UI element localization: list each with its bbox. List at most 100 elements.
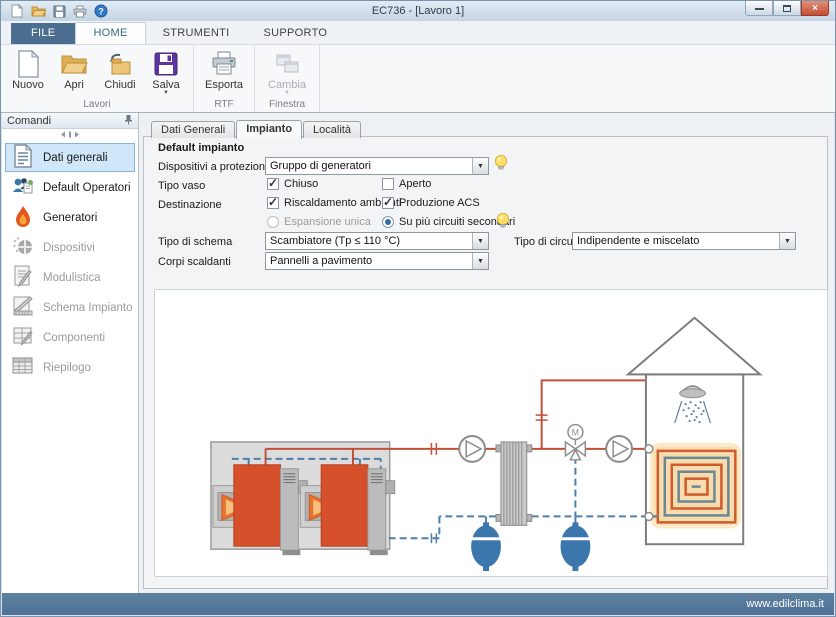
- section-title: Default impianto: [158, 142, 244, 154]
- operators-icon: [11, 174, 35, 201]
- tab-dati-generali[interactable]: Dati Generali: [151, 121, 235, 138]
- espansione-radio-row[interactable]: Espansione unica: [267, 216, 371, 228]
- produzione-acs-label: Produzione ACS: [399, 197, 480, 209]
- edilclima-link[interactable]: www.edilclima.it: [746, 598, 824, 610]
- open-folder-icon: [60, 49, 88, 79]
- tab-file[interactable]: FILE: [11, 23, 75, 44]
- plant-schematic: M: [155, 290, 827, 576]
- produzione-acs-checkbox-row[interactable]: Produzione ACS: [382, 197, 480, 209]
- cambia-button[interactable]: Cambia ▼: [259, 47, 315, 95]
- sidebar-item-label: Modulistica: [43, 272, 101, 284]
- sidebar-item-dispositivi[interactable]: Dispositivi: [5, 233, 135, 262]
- printer-icon: [210, 49, 238, 79]
- circuiti-radio[interactable]: [382, 216, 394, 228]
- cambia-dropdown-arrow-icon: ▼: [284, 91, 290, 95]
- ribbon-group-rtf: Esporta RTF: [194, 45, 255, 112]
- sidebar-item-label: Riepilogo: [43, 362, 91, 374]
- chiuso-label: Chiuso: [284, 178, 318, 190]
- collapse-panel-handle[interactable]: [2, 129, 138, 140]
- close-work-icon: [106, 49, 134, 79]
- produzione-acs-checkbox[interactable]: [382, 197, 394, 209]
- forms-icon: [11, 264, 35, 291]
- components-icon: [11, 324, 35, 351]
- riscaldamento-checkbox[interactable]: [267, 197, 279, 209]
- svg-text:M: M: [572, 427, 579, 437]
- minimize-button[interactable]: [745, 1, 773, 16]
- commands-panel-title: Comandi: [7, 115, 51, 127]
- secondary-pump-icon: [606, 436, 632, 462]
- aperto-checkbox[interactable]: [382, 178, 394, 190]
- sidebar-item-label: Schema Impianto: [43, 302, 133, 314]
- expansion-vessel-1-icon: [471, 516, 501, 571]
- window-controls: ×: [745, 1, 829, 16]
- hint-bulb-icon[interactable]: [496, 212, 510, 234]
- maximize-icon: [783, 5, 791, 12]
- esporta-label: Esporta: [205, 79, 243, 91]
- tab-strumenti[interactable]: STRUMENTI: [146, 23, 247, 44]
- ribbon-group-lavori: Nuovo Apri Chiudi: [1, 45, 194, 112]
- close-button[interactable]: ×: [801, 1, 829, 16]
- group-label-finestra: Finestra: [259, 98, 315, 112]
- titlebar: ? EC736 - [Lavoro 1] ×: [1, 1, 835, 21]
- sidebar-item-generatori[interactable]: Generatori: [5, 203, 135, 232]
- sidebar-item-dati-generali[interactable]: Dati generali: [5, 143, 135, 172]
- destinazione-label: Destinazione: [158, 199, 222, 211]
- salva-button[interactable]: Salva ▼: [143, 47, 189, 95]
- esporta-button[interactable]: Esporta: [198, 47, 250, 91]
- dropdown-arrow-icon[interactable]: ▼: [472, 233, 488, 249]
- document-icon: [11, 144, 35, 171]
- apri-label: Apri: [64, 79, 84, 91]
- schema-select[interactable]: Scambiatore (Tp ≤ 110 °C) ▼: [265, 232, 489, 250]
- schema-label: Tipo di schema: [158, 236, 232, 248]
- ribbon-group-finestra: Cambia ▼ Finestra: [255, 45, 320, 112]
- sidebar-item-label: Generatori: [43, 212, 97, 224]
- sidebar-item-schema-impianto[interactable]: Schema Impianto: [5, 293, 135, 322]
- protection-select[interactable]: Gruppo di generatori ▼: [265, 157, 489, 175]
- impianto-tab-page: Default impianto Dispositivi a protezion…: [143, 136, 828, 589]
- vaso-label: Tipo vaso: [158, 180, 205, 192]
- tab-supporto[interactable]: SUPPORTO: [247, 23, 345, 44]
- circuito-value: Indipendente e miscelato: [573, 233, 779, 249]
- chiuso-checkbox-row[interactable]: Chiuso: [267, 178, 318, 190]
- corpi-label: Corpi scaldanti: [158, 256, 231, 268]
- sidebar-item-default-operatori[interactable]: Default Operatori: [5, 173, 135, 202]
- sidebar-item-label: Dispositivi: [43, 242, 95, 254]
- dropdown-arrow-icon[interactable]: ▼: [779, 233, 795, 249]
- hint-bulb-icon[interactable]: [494, 154, 508, 176]
- sidebar-item-modulistica[interactable]: Modulistica: [5, 263, 135, 292]
- schematic-icon: [11, 294, 35, 321]
- aperto-label: Aperto: [399, 178, 431, 190]
- dropdown-arrow-icon[interactable]: ▼: [472, 253, 488, 269]
- sidebar-item-componenti[interactable]: Componenti: [5, 323, 135, 352]
- devices-icon: [11, 234, 35, 261]
- chiudi-button[interactable]: Chiudi: [97, 47, 143, 91]
- sidebar-item-riepilogo[interactable]: Riepilogo: [5, 353, 135, 382]
- espansione-radio[interactable]: [267, 216, 279, 228]
- tab-home[interactable]: HOME: [75, 22, 145, 44]
- sidebar-item-label: Dati generali: [43, 152, 108, 164]
- dropdown-arrow-icon[interactable]: ▼: [472, 158, 488, 174]
- plant-schematic-diagram: M: [154, 289, 828, 577]
- tab-impianto[interactable]: Impianto: [236, 120, 302, 139]
- motorized-mixing-valve-icon: M: [565, 425, 585, 460]
- circuito-select[interactable]: Indipendente e miscelato ▼: [572, 232, 796, 250]
- apri-button[interactable]: Apri: [51, 47, 97, 91]
- aperto-checkbox-row[interactable]: Aperto: [382, 178, 431, 190]
- commands-panel: Comandi Dati generali: [2, 113, 139, 593]
- document-tab-strip: Dati Generali Impianto Località: [151, 119, 362, 138]
- new-document-icon: [16, 49, 40, 79]
- maximize-button[interactable]: [773, 1, 801, 16]
- tab-localita[interactable]: Località: [303, 121, 361, 138]
- schema-value: Scambiatore (Tp ≤ 110 °C): [266, 233, 472, 249]
- corpi-select[interactable]: Pannelli a pavimento ▼: [265, 252, 489, 270]
- summary-icon: [11, 354, 35, 381]
- commands-panel-header: Comandi: [2, 113, 138, 129]
- salva-dropdown-arrow-icon[interactable]: ▼: [163, 91, 169, 95]
- group-label-rtf: RTF: [198, 98, 250, 112]
- espansione-label: Espansione unica: [284, 216, 371, 228]
- chiuso-checkbox[interactable]: [267, 178, 279, 190]
- main-area: Dati Generali Impianto Località Default …: [139, 113, 834, 593]
- nuovo-label: Nuovo: [12, 79, 44, 91]
- nuovo-button[interactable]: Nuovo: [5, 47, 51, 91]
- pin-icon[interactable]: [124, 114, 133, 128]
